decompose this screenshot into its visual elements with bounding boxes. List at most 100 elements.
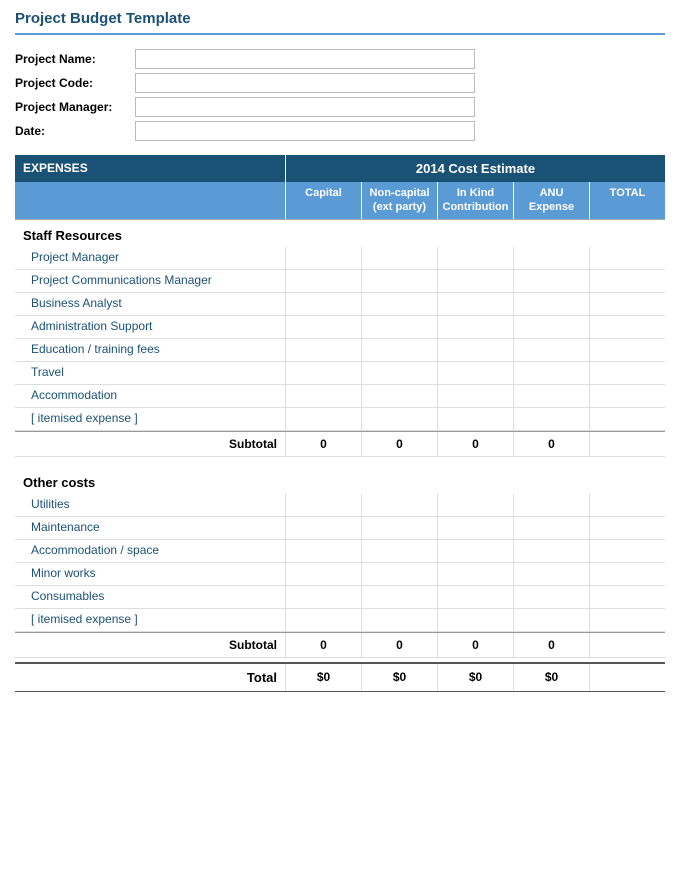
cell-anuexpense[interactable] [513,563,589,585]
project-code-label: Project Code: [15,76,135,90]
cell-anuexpense[interactable] [513,586,589,608]
cell-noncapital[interactable] [361,362,437,384]
cell-capital[interactable] [285,586,361,608]
cell-noncapital[interactable] [361,339,437,361]
cell-capital[interactable] [285,270,361,292]
cell-noncapital[interactable] [361,609,437,631]
cell-inkind[interactable] [437,586,513,608]
table-row: Accommodation / space [15,540,665,563]
cell-noncapital[interactable] [361,517,437,539]
cell-noncapital[interactable] [361,408,437,430]
cell-inkind[interactable] [437,563,513,585]
cell-inkind[interactable] [437,494,513,516]
cell-inkind[interactable] [437,517,513,539]
other-subtotal-label: Subtotal [15,633,285,657]
cell-inkind[interactable] [437,408,513,430]
cell-capital[interactable] [285,563,361,585]
cell-noncapital[interactable] [361,385,437,407]
grand-total-inkind: $0 [437,664,513,691]
table-row: Project Communications Manager [15,270,665,293]
cell-capital[interactable] [285,540,361,562]
col-header-capital: Capital [285,182,361,219]
row-label: Administration Support [15,316,285,338]
cell-anuexpense[interactable] [513,339,589,361]
cell-inkind[interactable] [437,339,513,361]
cell-capital[interactable] [285,316,361,338]
cell-capital[interactable] [285,247,361,269]
cell-noncapital[interactable] [361,563,437,585]
table-row: Administration Support [15,316,665,339]
grand-total-label: Total [15,664,285,691]
col-header-noncapital: Non-capital(ext party) [361,182,437,219]
column-headers: Capital Non-capital(ext party) In KindCo… [15,182,665,220]
row-label: Minor works [15,563,285,585]
other-subtotal-noncapital: 0 [361,633,437,657]
date-input[interactable] [135,121,475,141]
cell-noncapital[interactable] [361,270,437,292]
cell-total [589,586,665,608]
project-name-input[interactable] [135,49,475,69]
cell-anuexpense[interactable] [513,270,589,292]
cell-anuexpense[interactable] [513,540,589,562]
cell-inkind[interactable] [437,362,513,384]
cell-inkind[interactable] [437,247,513,269]
project-manager-input[interactable] [135,97,475,117]
other-subtotal-capital: 0 [285,633,361,657]
project-code-input[interactable] [135,73,475,93]
staff-subtotal-anuexpense: 0 [513,432,589,456]
cell-noncapital[interactable] [361,247,437,269]
cell-total [589,408,665,430]
table-row: Accommodation [15,385,665,408]
cell-capital[interactable] [285,385,361,407]
col-header-anuexpense: ANU Expense [513,182,589,219]
cell-noncapital[interactable] [361,316,437,338]
cell-total [589,247,665,269]
cell-noncapital[interactable] [361,494,437,516]
grand-total-total [589,664,665,691]
project-name-row: Project Name: [15,49,665,69]
cell-total [589,293,665,315]
cell-total [589,385,665,407]
cell-inkind[interactable] [437,293,513,315]
table-row: Education / training fees [15,339,665,362]
cell-capital[interactable] [285,339,361,361]
staff-subtotal-inkind: 0 [437,432,513,456]
cell-capital[interactable] [285,494,361,516]
cell-total [589,517,665,539]
cell-anuexpense[interactable] [513,494,589,516]
row-label: Project Manager [15,247,285,269]
cell-anuexpense[interactable] [513,609,589,631]
cell-inkind[interactable] [437,609,513,631]
cell-anuexpense[interactable] [513,316,589,338]
cell-noncapital[interactable] [361,540,437,562]
page-title: Project Budget Template [15,10,665,35]
expenses-header: EXPENSES 2014 Cost Estimate [15,155,665,182]
row-label: [ itemised expense ] [15,609,285,631]
cell-anuexpense[interactable] [513,517,589,539]
date-label: Date: [15,124,135,138]
cell-capital[interactable] [285,609,361,631]
cell-anuexpense[interactable] [513,247,589,269]
table-row: Travel [15,362,665,385]
cell-capital[interactable] [285,293,361,315]
staff-resources-section: Staff Resources Project Manager Project … [15,220,665,457]
expenses-section: EXPENSES 2014 Cost Estimate Capital Non-… [15,155,665,692]
cell-anuexpense[interactable] [513,408,589,430]
cell-inkind[interactable] [437,540,513,562]
cell-total [589,609,665,631]
cell-capital[interactable] [285,517,361,539]
cell-capital[interactable] [285,408,361,430]
cell-anuexpense[interactable] [513,385,589,407]
cell-inkind[interactable] [437,270,513,292]
col-header-total: TOTAL [589,182,665,219]
cell-inkind[interactable] [437,316,513,338]
cell-capital[interactable] [285,362,361,384]
cell-anuexpense[interactable] [513,362,589,384]
cell-noncapital[interactable] [361,293,437,315]
staff-subtotal-label: Subtotal [15,432,285,456]
row-label: Project Communications Manager [15,270,285,292]
cell-inkind[interactable] [437,385,513,407]
cell-noncapital[interactable] [361,586,437,608]
cell-anuexpense[interactable] [513,293,589,315]
other-subtotal-anuexpense: 0 [513,633,589,657]
